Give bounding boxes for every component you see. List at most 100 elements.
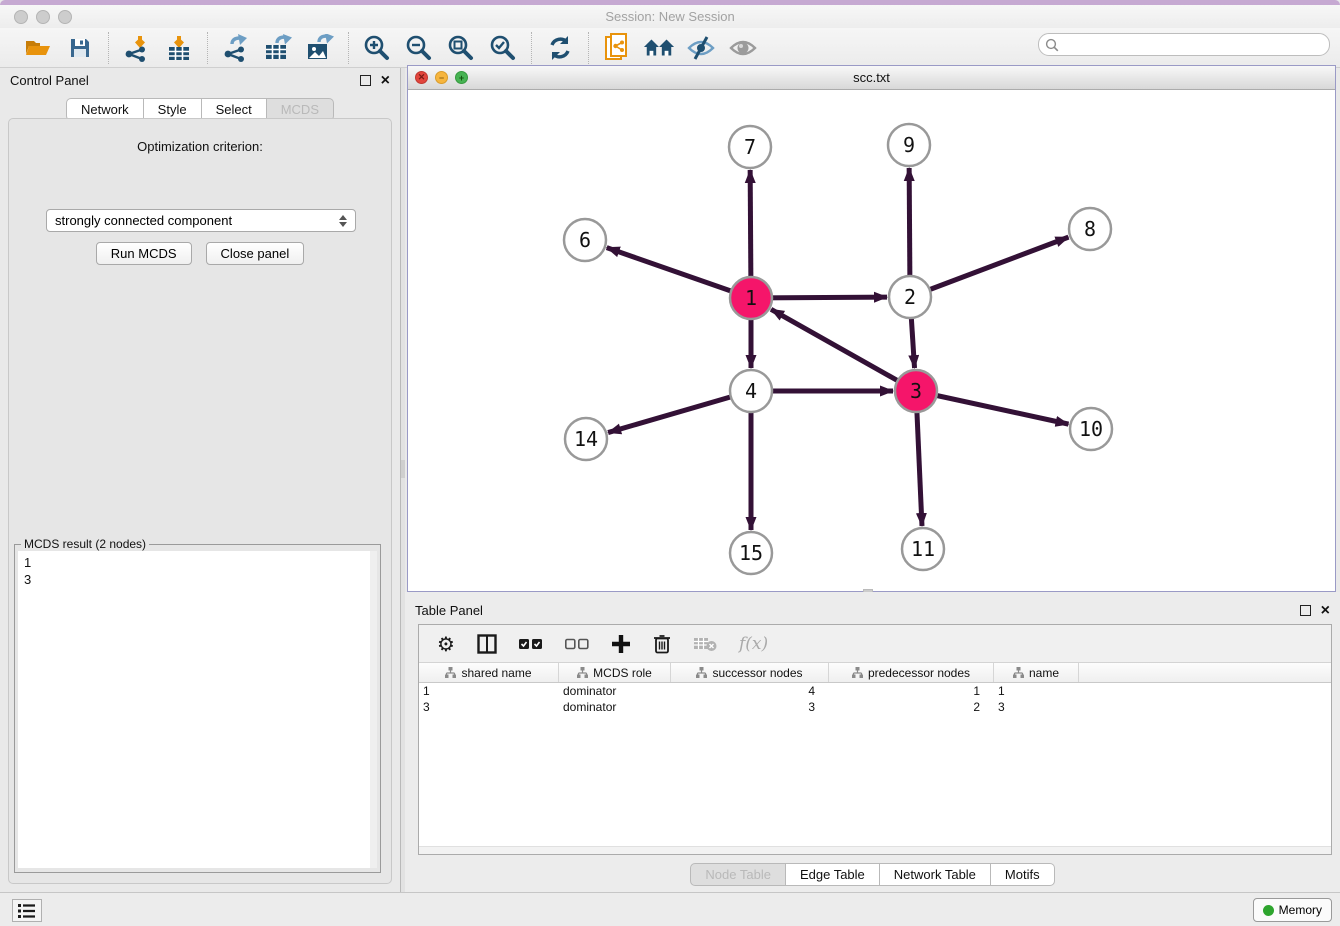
network-search-field[interactable] xyxy=(1038,33,1330,56)
delete-table-icon xyxy=(693,636,717,652)
table-row[interactable]: 1dominator411 xyxy=(419,683,1331,699)
new-network-from-selection-button[interactable] xyxy=(601,32,633,64)
show-column-panel-button[interactable] xyxy=(477,631,497,657)
column-header-name[interactable]: name xyxy=(994,663,1079,682)
tab-node-table[interactable]: Node Table xyxy=(690,863,786,886)
network-canvas[interactable]: 7968124314101511 xyxy=(408,90,1335,591)
add-row-button[interactable] xyxy=(611,631,631,657)
column-tree-icon xyxy=(577,667,588,678)
hide-selected-button[interactable] xyxy=(685,32,717,64)
column-label: predecessor nodes xyxy=(868,666,970,680)
table-horizontal-scrollbar[interactable] xyxy=(419,846,1331,854)
graph-node-label-3: 3 xyxy=(910,379,922,403)
zoom-selected-button[interactable] xyxy=(487,32,519,64)
select-all-button[interactable] xyxy=(519,631,543,657)
table-panel-title: Table Panel xyxy=(415,603,483,618)
node-table-container: ⚙ f(x) shared nameMCDS rolesuccessor nod… xyxy=(418,624,1332,855)
export-image-button[interactable] xyxy=(304,32,336,64)
new-network-document-icon xyxy=(604,33,630,63)
tab-edge-table[interactable]: Edge Table xyxy=(786,863,880,886)
open-session-button[interactable] xyxy=(22,32,54,64)
search-icon xyxy=(1045,38,1059,52)
table-body: 1dominator4113dominator323 xyxy=(419,683,1331,715)
import-network-button[interactable] xyxy=(121,32,153,64)
refresh-layout-button[interactable] xyxy=(544,32,576,64)
search-input[interactable] xyxy=(1063,38,1329,52)
main-toolbar xyxy=(0,28,1340,68)
memory-button[interactable]: Memory xyxy=(1253,898,1332,922)
optimization-criterion-label: Optimization criterion: xyxy=(9,139,391,154)
column-header-successor-nodes[interactable]: successor nodes xyxy=(671,663,829,682)
graph-node-label-2: 2 xyxy=(904,285,916,309)
table-cell: 3 xyxy=(419,699,559,715)
tab-motifs[interactable]: Motifs xyxy=(991,863,1055,886)
run-mcds-button[interactable]: Run MCDS xyxy=(96,242,192,265)
table-cell: 1 xyxy=(419,683,559,699)
mcds-result-group: MCDS result (2 nodes) 1 3 xyxy=(14,544,381,873)
import-table-button[interactable] xyxy=(163,32,195,64)
graph-node-label-11: 11 xyxy=(911,537,935,561)
network-window-titlebar[interactable]: ✕ − + scc.txt xyxy=(408,66,1335,90)
table-settings-button[interactable]: ⚙ xyxy=(437,631,455,657)
control-panel: Control Panel × Network Style Select MCD… xyxy=(0,68,400,892)
graph-edge-4-14[interactable] xyxy=(608,391,751,433)
zoom-in-button[interactable] xyxy=(361,32,393,64)
export-table-button[interactable] xyxy=(262,32,294,64)
close-table-panel-icon[interactable]: × xyxy=(1321,605,1330,616)
show-all-button[interactable] xyxy=(727,32,759,64)
unchecked-boxes-icon xyxy=(565,638,589,650)
table-row[interactable]: 3dominator323 xyxy=(419,699,1331,715)
float-table-panel-icon[interactable] xyxy=(1300,605,1311,616)
network-graph[interactable]: 7968124314101511 xyxy=(408,90,1335,591)
memory-status-icon xyxy=(1263,905,1274,916)
table-cell: 1 xyxy=(829,683,994,699)
column-tree-icon xyxy=(1013,667,1024,678)
zoom-fit-icon xyxy=(447,34,475,62)
criterion-dropdown[interactable]: strongly connected component xyxy=(46,209,356,232)
graph-node-label-10: 10 xyxy=(1079,417,1103,441)
table-cell: 4 xyxy=(671,683,829,699)
eye-icon xyxy=(728,35,758,61)
refresh-icon xyxy=(547,35,573,61)
column-header-shared-name[interactable]: shared name xyxy=(419,663,559,682)
table-toolbar: ⚙ f(x) xyxy=(419,625,1331,663)
mcds-panel: Optimization criterion: strongly connect… xyxy=(8,118,392,884)
table-panel: Table Panel × ⚙ f(x) xyxy=(405,592,1340,892)
deselect-all-button[interactable] xyxy=(565,631,589,657)
first-neighbors-button[interactable] xyxy=(643,32,675,64)
gear-icon: ⚙ xyxy=(437,634,455,654)
zoom-fit-button[interactable] xyxy=(445,32,477,64)
graph-edge-3-1[interactable] xyxy=(771,309,916,391)
column-label: name xyxy=(1029,666,1059,680)
column-header-predecessor-nodes[interactable]: predecessor nodes xyxy=(829,663,994,682)
save-session-button[interactable] xyxy=(64,32,96,64)
control-panel-title: Control Panel xyxy=(10,73,89,88)
delete-row-button[interactable] xyxy=(653,631,671,657)
import-network-icon xyxy=(123,34,151,62)
result-scrollbar[interactable] xyxy=(370,551,377,868)
open-folder-icon xyxy=(24,36,52,60)
delete-table-button[interactable] xyxy=(693,631,717,657)
table-cell: dominator xyxy=(559,699,671,715)
close-panel-icon[interactable]: × xyxy=(381,75,390,86)
float-panel-icon[interactable] xyxy=(360,75,371,86)
column-header-MCDS-role[interactable]: MCDS role xyxy=(559,663,671,682)
graph-node-label-14: 14 xyxy=(574,427,598,451)
zoom-out-button[interactable] xyxy=(403,32,435,64)
zoom-selected-icon xyxy=(489,34,517,62)
mcds-result-textarea[interactable]: 1 3 xyxy=(18,551,370,868)
export-network-button[interactable] xyxy=(220,32,252,64)
import-table-icon xyxy=(165,34,193,62)
graph-edge-2-8[interactable] xyxy=(910,237,1068,297)
task-history-button[interactable] xyxy=(12,899,42,922)
list-icon xyxy=(18,904,36,918)
close-panel-button[interactable]: Close panel xyxy=(206,242,305,265)
graph-node-label-4: 4 xyxy=(745,379,757,403)
fx-icon: f(x) xyxy=(739,634,768,654)
function-builder-button[interactable]: f(x) xyxy=(739,631,768,657)
graph-edge-3-10[interactable] xyxy=(916,391,1069,424)
tab-network-table[interactable]: Network Table xyxy=(880,863,991,886)
plus-icon xyxy=(611,634,631,654)
window-title: Session: New Session xyxy=(0,9,1340,24)
graph-edge-1-6[interactable] xyxy=(607,248,751,298)
